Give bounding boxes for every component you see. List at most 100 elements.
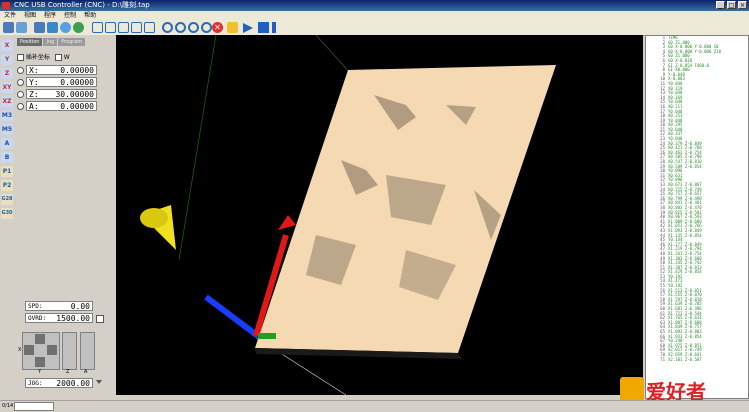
x-axis-arrow	[204, 294, 260, 339]
jog-y-plus-button[interactable]	[35, 334, 45, 344]
side-icon-m3[interactable]: M3	[1, 110, 13, 121]
home-icon[interactable]	[47, 22, 58, 33]
view-top-icon[interactable]	[105, 22, 116, 33]
jog-label-x: X	[18, 347, 22, 353]
w-checkbox[interactable]	[54, 54, 62, 61]
gcode-line[interactable]: 71 X2.101 Z-0.587	[646, 356, 748, 363]
radio-z[interactable]	[17, 91, 24, 98]
pause-icon[interactable]	[272, 22, 276, 33]
close-button[interactable]: ×	[738, 1, 747, 9]
gcode-line-text: X2.101 Z-0.587	[668, 356, 702, 362]
jog-step-dropdown-icon[interactable]	[96, 380, 102, 384]
stop-square-icon[interactable]	[258, 22, 269, 33]
ovrd-value: 1500.00	[56, 314, 90, 323]
side-icon-xy[interactable]: XY	[1, 82, 13, 93]
ovrd-field[interactable]: OVRD: 1500.00	[25, 313, 93, 323]
view-iso-icon[interactable]	[92, 22, 103, 33]
stop-icon[interactable]: ✕	[212, 22, 223, 33]
axis-label-a: A:	[29, 102, 39, 111]
radio-y[interactable]	[17, 79, 24, 86]
mode-checkbox[interactable]	[17, 54, 24, 61]
zoom-window-icon[interactable]	[201, 22, 212, 33]
update-icon[interactable]	[73, 22, 84, 33]
side-icon-a[interactable]: A	[1, 138, 13, 149]
refresh-icon[interactable]	[60, 22, 71, 33]
side-icon-y[interactable]: Y	[1, 54, 13, 65]
spd-value: 0.00	[70, 302, 90, 311]
gcode-line-number: 71	[660, 356, 665, 362]
coord-row-a: A: 0.00000	[17, 101, 97, 111]
side-icon-p2[interactable]: P2	[1, 180, 13, 191]
side-icon-z[interactable]: Z	[1, 68, 13, 79]
coord-row-y: Y: 0.00000	[17, 77, 97, 87]
side-icon-p1[interactable]: P1	[1, 166, 13, 177]
3d-viewport[interactable]	[116, 35, 643, 395]
view-front-icon[interactable]	[118, 22, 129, 33]
maximize-button[interactable]: □	[727, 1, 736, 9]
play-icon[interactable]	[243, 23, 253, 33]
coord-row-z: Z: 30.00000	[17, 89, 97, 99]
grid-line	[315, 35, 353, 76]
spd-field[interactable]: SPD: 0.00	[25, 301, 93, 311]
coord-value-a: 0.00000	[60, 102, 94, 111]
zoom-out-icon[interactable]	[175, 22, 186, 33]
z-axis-arrowhead	[278, 215, 296, 230]
side-icon-g28[interactable]: G28	[1, 194, 13, 205]
w-label: W	[63, 54, 70, 61]
tab-jog[interactable]: Jog	[43, 38, 58, 46]
coord-field-x: X: 0.00000	[26, 65, 97, 75]
ovrd-checkbox[interactable]	[96, 315, 104, 323]
menu-view[interactable]: 视图	[20, 11, 40, 20]
coord-field-z: Z: 30.00000	[26, 89, 97, 99]
jog-field[interactable]: JOG: 2000.00	[25, 378, 93, 388]
tab-position[interactable]: Position	[17, 38, 43, 46]
gcode-listing[interactable]: 1 T1M6 2 G0 Z1.000 3 G0 X-0.000 Y-0.000 S0 4 G0…	[645, 35, 749, 399]
menu-help[interactable]: 帮助	[80, 11, 100, 20]
status-bar: 0/14	[0, 400, 749, 412]
side-icon-m5[interactable]: M5	[1, 124, 13, 135]
jog-label-a: A	[84, 369, 88, 375]
zoom-in-icon[interactable]	[162, 22, 173, 33]
jog-a-pad[interactable]	[80, 332, 95, 370]
progress-bar	[14, 402, 54, 411]
jog-xy-pad[interactable]	[22, 332, 60, 370]
open-icon[interactable]	[3, 22, 14, 33]
panel-tabs: Position Jog Program	[17, 38, 86, 46]
jog-x-plus-button[interactable]	[47, 345, 57, 355]
grid-icon[interactable]	[16, 22, 27, 33]
radio-a[interactable]	[17, 103, 24, 110]
tab-program[interactable]: Program	[58, 38, 86, 46]
minimize-button[interactable]: _	[716, 1, 725, 9]
status-text: 0/14	[2, 403, 14, 409]
jog-y-minus-button[interactable]	[35, 357, 45, 367]
menu-control[interactable]: 控制	[60, 11, 80, 20]
jog-label-y: Y	[38, 369, 42, 375]
radio-x[interactable]	[17, 67, 24, 74]
axis-label-z: Z:	[29, 90, 39, 99]
jog-label-z: Z	[66, 369, 70, 375]
toolbar: ✕	[0, 20, 749, 36]
axis-label-x: X:	[29, 66, 39, 75]
folder-icon[interactable]	[227, 22, 238, 33]
side-icon-x[interactable]: X	[1, 40, 13, 51]
coord-row-x: X: 0.00000	[17, 65, 97, 75]
jog-z-pad[interactable]	[62, 332, 77, 370]
coord-field-y: Y: 0.00000	[26, 77, 97, 87]
window-title: CNC USB Controller (CNC) - D:\雕刻.tap	[14, 1, 150, 9]
side-icon-xz[interactable]: XZ	[1, 96, 13, 107]
menu-bar: 文件 视图 程序 控制 帮助	[0, 11, 749, 20]
menu-program[interactable]: 程序	[40, 11, 60, 20]
view-left-icon[interactable]	[131, 22, 142, 33]
gcode-lines: 1 T1M6 2 G0 Z1.000 3 G0 X-0.000 Y-0.000 S0 4 G0…	[646, 36, 748, 362]
view-right-icon[interactable]	[144, 22, 155, 33]
coord-field-a: A: 0.00000	[26, 101, 97, 111]
machine-icon[interactable]	[34, 22, 45, 33]
side-icon-g30[interactable]: G30	[1, 208, 13, 219]
menu-file[interactable]: 文件	[0, 11, 20, 20]
coord-value-z: 30.00000	[55, 90, 94, 99]
mode-label: 插补坐标	[25, 54, 50, 61]
control-panel: X Y Z XY XZ M3 M5 A B P1 P2 G28 G30 Posi…	[0, 35, 115, 402]
side-icon-b[interactable]: B	[1, 152, 13, 163]
zoom-fit-icon[interactable]	[188, 22, 199, 33]
jog-x-minus-button[interactable]	[24, 345, 34, 355]
